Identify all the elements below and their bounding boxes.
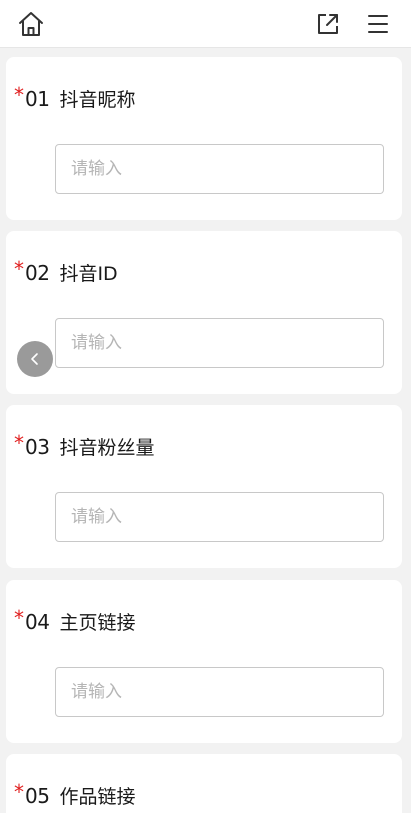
- question-title: 抖音昵称: [59, 89, 136, 111]
- hamburger-menu-icon: [368, 15, 388, 33]
- question-card-01: * 01 抖音昵称: [6, 57, 402, 220]
- question-number: 01: [25, 87, 50, 111]
- question-number: 04: [25, 610, 50, 634]
- question-number: 03: [25, 435, 50, 459]
- question-number: 05: [25, 784, 50, 808]
- douyin-nickname-input[interactable]: [55, 144, 384, 194]
- share-button[interactable]: [313, 9, 343, 39]
- home-button[interactable]: [16, 9, 46, 39]
- question-title: 作品链接: [59, 786, 136, 808]
- required-mark: *: [14, 431, 24, 455]
- chevron-left-icon: [31, 353, 38, 365]
- required-mark: *: [14, 780, 24, 804]
- required-mark: *: [14, 83, 24, 107]
- question-title: 抖音粉丝量: [59, 437, 155, 459]
- question-title: 抖音ID: [59, 263, 118, 285]
- question-label: * 04 主页链接: [14, 608, 135, 635]
- required-mark: *: [14, 606, 24, 630]
- external-link-icon: [318, 14, 338, 34]
- question-card-02: * 02 抖音ID: [6, 231, 402, 394]
- back-button[interactable]: [17, 341, 53, 377]
- menu-button[interactable]: [363, 9, 393, 39]
- douyin-id-input[interactable]: [55, 318, 384, 368]
- question-label: * 03 抖音粉丝量: [14, 433, 154, 460]
- question-card-05: * 05 作品链接: [6, 754, 402, 813]
- question-card-03: * 03 抖音粉丝量: [6, 405, 402, 568]
- question-number: 02: [25, 261, 50, 285]
- question-label: * 02 抖音ID: [14, 259, 118, 286]
- question-label: * 05 作品链接: [14, 782, 135, 809]
- question-card-04: * 04 主页链接: [6, 580, 402, 743]
- top-bar: [0, 0, 411, 48]
- homepage-link-input[interactable]: [55, 667, 384, 717]
- home-icon: [19, 12, 43, 36]
- question-label: * 01 抖音昵称: [14, 85, 135, 112]
- douyin-followers-input[interactable]: [55, 492, 384, 542]
- required-mark: *: [14, 257, 24, 281]
- question-title: 主页链接: [59, 612, 136, 634]
